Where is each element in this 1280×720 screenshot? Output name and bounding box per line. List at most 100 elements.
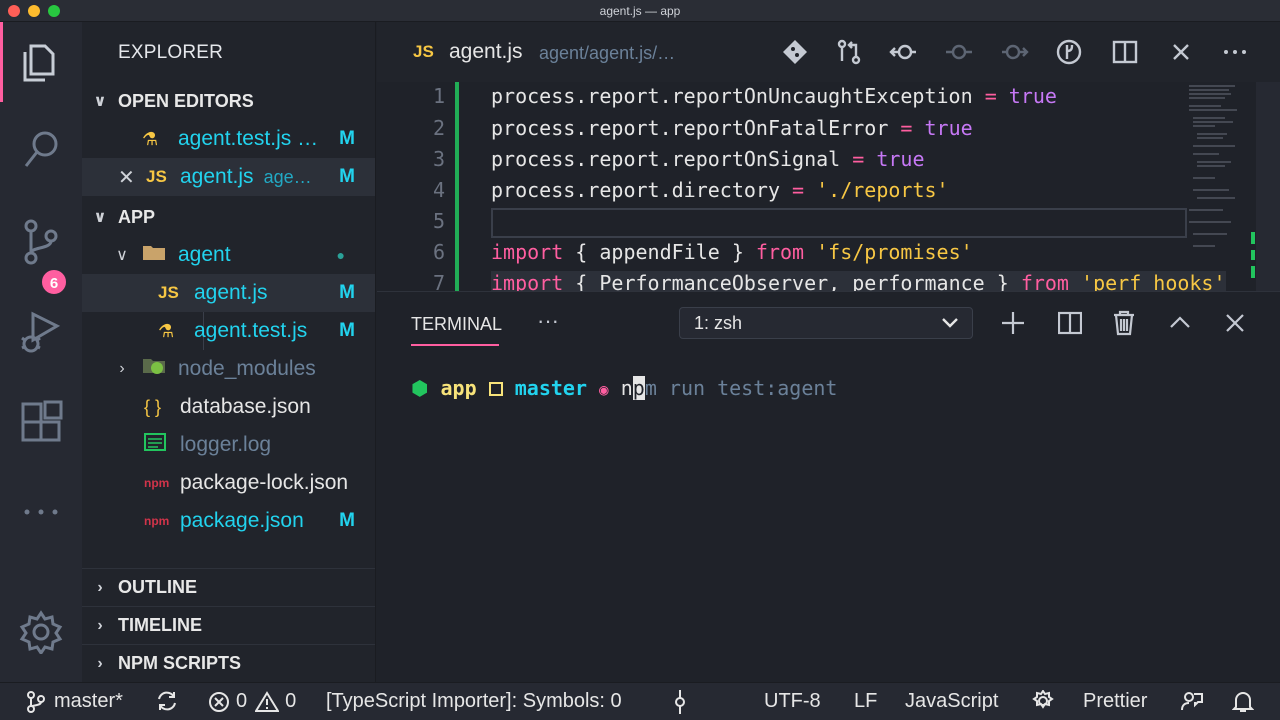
file-agent-js[interactable]: JS agent.js M [82, 274, 375, 312]
compare-changes-button[interactable] [835, 38, 863, 66]
search-button[interactable] [0, 110, 82, 190]
timeline-header[interactable]: › TIMELINE [82, 606, 375, 644]
run-debug-icon [21, 311, 61, 353]
maximize-panel-button[interactable] [1166, 309, 1194, 337]
file-package-json[interactable]: npm package.json M [82, 502, 375, 540]
js-file-icon: JS [158, 283, 179, 302]
code-line: process.report.directory = './reports' [491, 178, 949, 202]
explorer-button[interactable] [0, 22, 82, 102]
extensions-button[interactable] [0, 382, 82, 462]
shell-select-value: 1: zsh [694, 313, 743, 333]
timeline-label: TIMELINE [118, 615, 202, 635]
folder-node-modules[interactable]: › node_modules [82, 350, 375, 388]
title-bar: agent.js — app [0, 0, 1280, 22]
file-name: database.json [180, 395, 311, 418]
code-line: process.report.reportOnSignal = true [491, 147, 925, 171]
json-file-icon: { } [144, 396, 162, 417]
file-agent-test-js[interactable]: ⚗ agent.test.js M [82, 312, 375, 350]
terminal-prompt[interactable]: ⬢ app master ◉ npm run test:agent [411, 376, 837, 400]
compare-changes-icon [837, 39, 861, 65]
line-number: 2 [432, 116, 445, 140]
commit-dot-button[interactable] [945, 38, 973, 66]
editor-tab-bar: JS agent.js agent/agent.js/… [377, 22, 1280, 82]
run-debug-button[interactable] [0, 292, 82, 372]
line-number: 4 [432, 178, 445, 202]
more-actions-button[interactable] [1221, 38, 1249, 66]
close-panel-button[interactable] [1221, 309, 1249, 337]
git-button[interactable] [781, 38, 809, 66]
open-editor-name: agent.js [180, 165, 254, 188]
app-folder-header[interactable]: ∨ APP [82, 198, 375, 236]
branch-name: master* [54, 690, 123, 712]
file-name: agent.test.js [194, 319, 308, 342]
code-text: process.report.reportOnUncaughtException [491, 84, 985, 108]
problems-status[interactable]: 0 0 [208, 690, 296, 713]
panel-more-icon[interactable]: ··· [537, 308, 559, 334]
encoding-status[interactable]: UTF-8 [764, 690, 821, 713]
feedback-button[interactable] [1180, 690, 1204, 712]
file-name: package.json [180, 509, 304, 532]
js-file-icon: JS [413, 42, 434, 61]
open-editor-item[interactable]: ✕ JS agent.js age… M [82, 158, 375, 196]
search-icon [24, 131, 58, 167]
code-editor[interactable]: 1 process.report.reportOnUncaughtExcepti… [377, 82, 1280, 291]
file-logger-log[interactable]: logger.log [82, 426, 375, 464]
branch-status[interactable]: master* [26, 690, 123, 713]
code-keyword: import [491, 271, 564, 291]
open-editor-item[interactable]: ⚗ agent.test.js … M [82, 120, 375, 158]
line-number: 5 [432, 209, 445, 233]
tab-terminal[interactable]: TERMINAL [411, 314, 502, 335]
close-icon[interactable]: ✕ [118, 165, 146, 190]
code-keyword: from [755, 240, 805, 264]
minimap[interactable] [1185, 82, 1255, 291]
tab-path: agent/agent.js/… [539, 43, 676, 63]
code-text: { PerformanceObserver, performance } [563, 271, 1021, 291]
outline-header[interactable]: › OUTLINE [82, 568, 375, 606]
folder-agent[interactable]: ∨ agent ● [82, 236, 375, 274]
new-terminal-button[interactable] [999, 309, 1027, 337]
terminal-shell-select[interactable]: 1: zsh [679, 307, 973, 339]
eol-status[interactable]: LF [854, 690, 877, 713]
settings-gear-icon [1032, 690, 1054, 709]
commit-icon[interactable] [670, 690, 690, 714]
file-database-json[interactable]: { } database.json [82, 388, 375, 426]
file-package-lock-json[interactable]: npm package-lock.json [82, 464, 375, 502]
node-hexagon-icon: ⬢ [411, 376, 429, 400]
prettier-status[interactable]: Prettier [1083, 690, 1147, 713]
next-change-button[interactable] [1001, 38, 1029, 66]
typescript-importer-status[interactable]: [TypeScript Importer]: Symbols: 0 [326, 690, 622, 713]
code-text: process.report.directory [491, 178, 793, 202]
language-mode[interactable]: JavaScript [905, 690, 998, 713]
notifications-button[interactable] [1232, 690, 1254, 714]
close-editor-button[interactable] [1167, 38, 1195, 66]
more-button[interactable] [0, 472, 82, 552]
editor-scrollbar[interactable] [1256, 82, 1280, 291]
sync-button[interactable] [156, 690, 178, 712]
prompt-branch: master [514, 376, 587, 400]
prompt-directory: app [440, 376, 477, 400]
source-control-button[interactable] [0, 202, 82, 282]
npm-scripts-header[interactable]: › NPM SCRIPTS [82, 644, 375, 682]
git-graph-button[interactable] [1055, 38, 1083, 66]
app-label: APP [118, 206, 156, 227]
git-icon [783, 40, 807, 64]
settings-sync-button[interactable] [1032, 690, 1054, 712]
previous-change-button[interactable] [889, 38, 917, 66]
outline-label: OUTLINE [118, 577, 197, 597]
git-graph-icon [1056, 39, 1082, 65]
line-number: 7 [432, 271, 445, 291]
typed-command: n [620, 376, 633, 400]
open-editors-header[interactable]: ∨ OPEN EDITORS [82, 82, 375, 120]
split-terminal-button[interactable] [1056, 309, 1084, 337]
kill-terminal-button[interactable] [1110, 309, 1138, 337]
close-panel-icon [1226, 314, 1244, 332]
terminal-cursor: p [632, 376, 645, 400]
code-string: './reports' [816, 178, 949, 202]
split-editor-button[interactable] [1111, 38, 1139, 66]
feedback-icon [1181, 692, 1203, 711]
chevron-right-icon: › [97, 654, 103, 672]
settings-button[interactable] [0, 592, 82, 672]
modified-badge: M [339, 320, 355, 341]
split-editor-icon [1112, 40, 1138, 64]
